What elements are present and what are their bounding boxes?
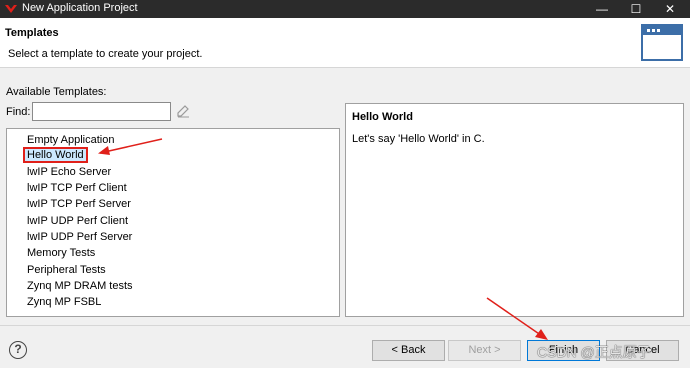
template-item-zynq-mp-fsbl[interactable]: Zynq MP FSBL: [25, 294, 103, 310]
template-item-memory-tests[interactable]: Memory Tests: [25, 245, 97, 261]
template-item-hello-world[interactable]: Hello World: [23, 147, 88, 163]
clear-filter-icon[interactable]: [176, 104, 190, 118]
wizard-header: Templates Select a template to create yo…: [0, 18, 690, 68]
page-title: Templates: [5, 27, 59, 39]
template-item-zynq-mp-dram-tests[interactable]: Zynq MP DRAM tests: [25, 278, 135, 294]
template-item-lwip-echo-server[interactable]: lwIP Echo Server: [25, 164, 113, 180]
wizard-window-icon: [641, 24, 683, 61]
footer-divider: [0, 325, 690, 326]
app-logo-icon: [5, 5, 17, 13]
page-description: Select a template to create your project…: [8, 48, 203, 60]
template-description-panel: Hello World Let's say 'Hello World' in C…: [345, 103, 684, 317]
next-button[interactable]: Next >: [448, 340, 521, 361]
template-item-lwip-tcp-perf-server[interactable]: lwIP TCP Perf Server: [25, 196, 133, 212]
close-button[interactable]: ✕: [653, 0, 687, 18]
template-item-lwip-udp-perf-client[interactable]: lwIP UDP Perf Client: [25, 213, 130, 229]
back-button[interactable]: < Back: [372, 340, 445, 361]
available-templates-label: Available Templates:: [6, 86, 107, 98]
title-bar: New Application Project — ☐ ✕: [0, 0, 690, 18]
description-text: Let's say 'Hello World' in C.: [352, 133, 485, 145]
find-label: Find:: [6, 106, 31, 118]
description-title: Hello World: [352, 111, 413, 123]
template-item-lwip-tcp-perf-client[interactable]: lwIP TCP Perf Client: [25, 180, 129, 196]
help-button[interactable]: ?: [9, 341, 27, 359]
find-input[interactable]: [32, 102, 171, 121]
template-item-empty-application[interactable]: Empty Application: [25, 132, 116, 148]
template-item-peripheral-tests[interactable]: Peripheral Tests: [25, 262, 108, 278]
maximize-button[interactable]: ☐: [619, 0, 653, 18]
template-list[interactable]: Empty Application Hello World lwIP Echo …: [6, 128, 340, 317]
minimize-button[interactable]: —: [585, 0, 619, 18]
template-item-lwip-udp-perf-server[interactable]: lwIP UDP Perf Server: [25, 229, 134, 245]
window-title: New Application Project: [22, 2, 138, 14]
watermark-text: CSDN @正点原子: [537, 344, 651, 360]
